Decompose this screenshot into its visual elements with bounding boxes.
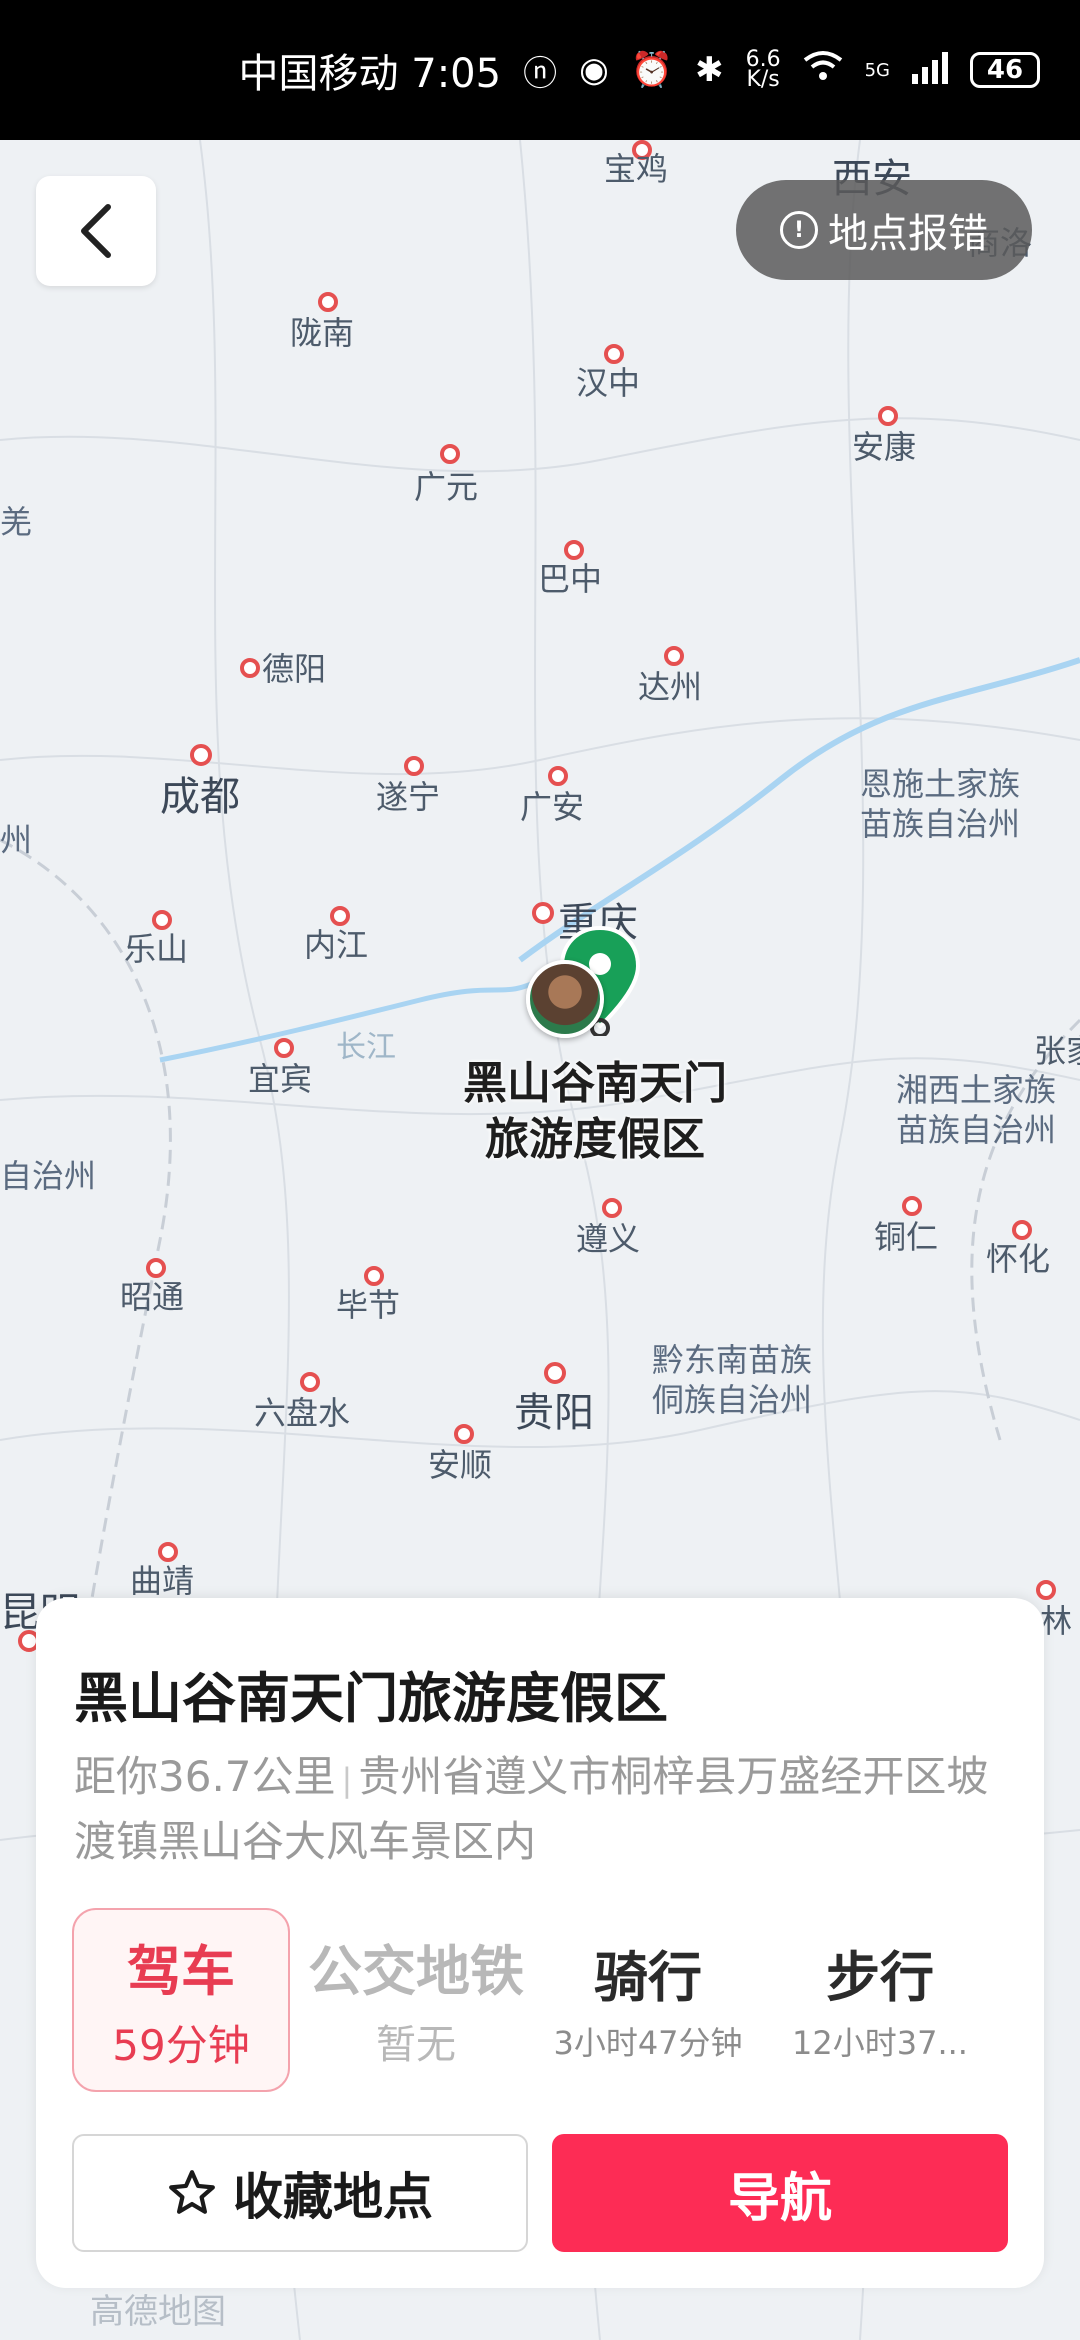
region-label: 恩施土家族 苗族自治州: [860, 764, 1020, 844]
region-line: 苗族自治州: [896, 1111, 1057, 1149]
city-label: 成都: [160, 774, 240, 820]
city-label: 安顺: [428, 1446, 493, 1484]
report-error-label: 地点报错: [828, 211, 988, 257]
city-label: 乐山: [124, 930, 189, 968]
city-label: 昭通: [120, 1278, 185, 1316]
city-label: 达州: [638, 668, 703, 706]
distance-text: 距你36.7公里: [74, 1752, 336, 1801]
city-label: 林: [1040, 1602, 1073, 1640]
city-dot: [440, 444, 460, 464]
city-label: 贵阳: [514, 1390, 594, 1436]
wifi-icon: [803, 50, 843, 91]
region-line: 州: [0, 821, 33, 859]
city-label: 宜宾: [248, 1060, 313, 1098]
navigate-button[interactable]: 导航: [552, 2134, 1008, 2252]
city-dot: [240, 658, 260, 678]
pin-label-line: 黑山谷南天门: [463, 1058, 727, 1109]
mode-name: 骑行: [594, 1945, 702, 2009]
back-button[interactable]: [36, 176, 156, 286]
river-label: 长江: [336, 1030, 396, 1065]
region-label: 黔东南苗族 侗族自治州: [652, 1340, 812, 1420]
mode-name: 驾车: [127, 1940, 235, 2003]
city-label: 曲靖: [130, 1562, 195, 1600]
region-label: 湘西土家族 苗族自治州: [896, 1070, 1056, 1150]
region-line: 自治州: [0, 1157, 97, 1195]
region-label: 羌: [0, 502, 32, 542]
mode-time: 3小时47分钟: [553, 2023, 743, 2062]
place-card: 黑山谷南天门旅游度假区 距你36.7公里 | 贵州省遵义市桐梓县万盛经开区坡渡镇黑山…: [36, 1598, 1044, 2288]
separator: |: [341, 1761, 353, 1799]
city-label: 内江: [304, 926, 369, 964]
mode-name: 公交地铁: [308, 1939, 524, 2003]
city-label: 汉中: [576, 364, 641, 402]
alarm-icon: ⏰: [630, 50, 674, 90]
city-label: 张家: [1034, 1032, 1080, 1070]
city-dot: [190, 744, 212, 766]
star-icon: [169, 2170, 215, 2214]
city-label: 毕节: [336, 1286, 401, 1324]
report-error-button[interactable]: ! 地点报错: [736, 180, 1032, 280]
mode-transit[interactable]: 公交地铁 暂无: [300, 1908, 532, 2088]
pin-label: 黑山谷南天门 旅游度假区: [420, 1056, 770, 1168]
signal-icon: [912, 52, 948, 88]
chevron-left-icon: [81, 204, 111, 258]
carrier-time: 中国移动 7:05: [238, 51, 502, 97]
region-line: 苗族自治州: [860, 805, 1021, 843]
map-watermark: 高德地图: [90, 2292, 226, 2332]
navigate-label: 导航: [727, 2168, 832, 2229]
city-label: 遂宁: [376, 778, 441, 816]
region-line: 侗族自治州: [652, 1381, 813, 1419]
city-label: 安康: [852, 428, 917, 466]
city-label: 广元: [414, 468, 479, 506]
battery-icon: 46: [970, 52, 1040, 88]
place-title: 黑山谷南天门旅游度假区: [74, 1667, 668, 1730]
nfc-icon: ⓝ: [523, 53, 558, 94]
mode-name: 步行: [826, 1945, 934, 2009]
mode-time: 59分钟: [112, 2021, 250, 2070]
network-type: 5G: [864, 59, 890, 81]
city-label: 德阳: [262, 650, 327, 688]
status-bar: 中国移动 7:05 ⓝ ◉ ⏰ ✱ 6.6 K/s 5G 46: [0, 0, 1080, 140]
place-address: 距你36.7公里 | 贵州省遵义市桐梓县万盛经开区坡渡镇黑山谷大风车景区内: [74, 1746, 1024, 1873]
favorite-button[interactable]: 收藏地点: [72, 2134, 528, 2252]
city-dot: [532, 902, 554, 924]
net-speed-unit: K/s: [746, 67, 780, 92]
city-label: 广安: [520, 788, 585, 826]
pin-label-line: 旅游度假区: [485, 1114, 705, 1165]
mode-time: 12小时37...: [792, 2023, 968, 2062]
net-speed: 6.6 K/s: [746, 49, 781, 92]
city-label: 陇南: [290, 314, 355, 352]
travel-mode-tabs: 驾车 59分钟 公交地铁 暂无 骑行 3小时47分钟 步行 12小时37...: [72, 1908, 1022, 2092]
city-label: 六盘水: [254, 1394, 351, 1432]
bluetooth-icon: ✱: [695, 50, 724, 90]
region-line: 恩施土家族: [860, 765, 1021, 803]
region-line: 湘西土家族: [896, 1071, 1057, 1109]
city-label: 遵义: [576, 1220, 641, 1258]
mode-time: 暂无: [376, 2021, 456, 2068]
city-label: 怀化: [986, 1240, 1051, 1278]
mode-bike[interactable]: 骑行 3小时47分钟: [532, 1908, 764, 2088]
mode-drive[interactable]: 驾车 59分钟: [72, 1908, 290, 2092]
city-label: 铜仁: [874, 1218, 939, 1256]
info-icon: !: [780, 211, 818, 249]
city-label: 宝鸡: [604, 150, 669, 188]
region-line: 羌: [0, 503, 33, 541]
city-label: 巴中: [538, 560, 603, 598]
favorite-label: 收藏地点: [233, 2168, 433, 2226]
region-label: 自治州: [0, 1156, 96, 1196]
region-line: 黔东南苗族: [652, 1341, 813, 1379]
eye-icon: ◉: [579, 50, 609, 90]
mode-walk[interactable]: 步行 12小时37...: [764, 1908, 996, 2088]
region-label: 州: [0, 820, 32, 860]
user-avatar[interactable]: [526, 960, 604, 1038]
